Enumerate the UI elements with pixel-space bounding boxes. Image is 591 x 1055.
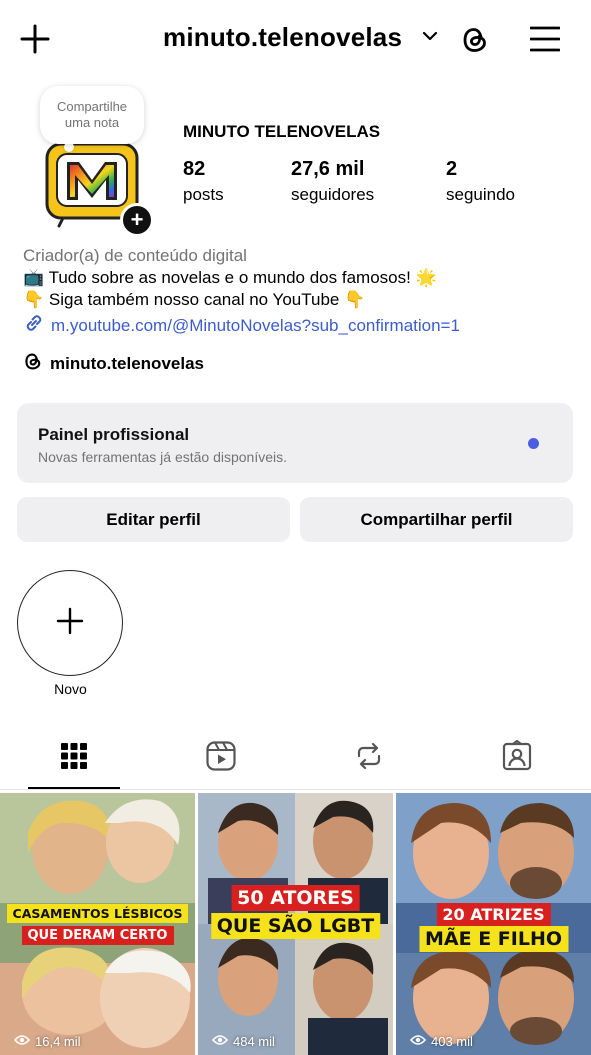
post-caption-line2: MÃE E FILHO [418,926,569,952]
post-views-count: 484 mil [233,1034,275,1049]
post-caption-line1: 50 ATORES [231,885,360,911]
menu-icon[interactable] [528,22,562,56]
link-icon [23,312,45,339]
eye-icon [409,1034,427,1049]
tab-reels[interactable] [147,728,294,788]
tab-tagged[interactable] [443,728,590,788]
post-caption-line1: CASAMENTOS LÉSBICOS [6,904,189,923]
stat-posts-label: posts [183,185,224,204]
chevron-down-icon[interactable] [420,26,440,51]
new-highlight-button[interactable] [17,570,123,676]
new-highlight-label: Novo [54,681,87,697]
eye-icon [211,1034,229,1049]
panel-subtitle: Novas ferramentas já estão disponíveis. [38,449,288,465]
panel-title: Painel profissional [38,425,190,444]
tab-posts-grid[interactable] [0,728,147,788]
note-text-line2: uma nota [64,115,120,130]
post-views: 403 mil [409,1034,473,1049]
post-tile[interactable]: 50 ATORES QUE SÃO LGBT 484 mil [198,793,393,1055]
post-views: 16,4 mil [13,1034,81,1049]
stat-posts-value: 82 [183,158,206,180]
profile-display-name: MINUTO TELENOVELAS [183,122,381,141]
share-note-bubble[interactable]: Compartilhe uma nota [40,86,144,144]
tabs-divider [0,789,591,790]
post-caption-line2: QUE SÃO LGBT [210,913,381,939]
top-bar: minuto.telenovelas [0,0,591,80]
post-views-count: 403 mil [431,1034,473,1049]
stat-following-value: 2 [446,158,458,180]
note-text-line1: Compartilhe [56,99,128,114]
stat-following[interactable]: 2 seguindo [446,158,515,205]
create-plus-icon[interactable] [18,22,52,56]
post-views: 484 mil [211,1034,275,1049]
post-caption-line2: QUE DERAM CERTO [21,926,174,945]
bio-line-1: 📺 Tudo sobre as novelas e o mundo dos fa… [23,268,437,287]
profile-category: Criador(a) de conteúdo digital [23,246,247,265]
threads-profile-link[interactable]: minuto.telenovelas [23,351,204,377]
tagged-icon [501,739,533,777]
reposts-icon [353,740,385,777]
post-caption-line1: 20 ATRIZES [436,903,551,926]
account-username[interactable]: minuto.telenovelas [163,22,402,53]
post-views-count: 16,4 mil [35,1034,81,1049]
tab-reposts[interactable] [295,728,442,788]
grid-icon [60,742,88,775]
threads-icon[interactable] [458,22,492,58]
stat-followers[interactable]: 27,6 mil seguidores [291,158,374,205]
bio-line-2: 👇 Siga também nosso canal no YouTube 👇 [23,290,366,309]
add-story-plus-icon[interactable]: + [120,203,154,237]
notification-dot [528,438,539,449]
threads-small-icon [23,351,43,377]
stat-following-label: seguindo [446,185,516,204]
stat-posts[interactable]: 82 posts [183,158,224,205]
post-tile[interactable]: CASAMENTOS LÉSBICOS QUE DERAM CERTO 16,4… [0,793,195,1055]
post-thumbnail-image [0,793,195,1055]
plus-icon [55,606,85,641]
threads-handle: minuto.telenovelas [50,354,204,373]
bio-link[interactable]: m.youtube.com/@MinutoNovelas?sub_confirm… [23,312,460,339]
reels-icon [205,740,237,777]
professional-dashboard-panel[interactable]: Painel profissional Novas ferramentas já… [17,403,573,483]
edit-profile-button[interactable]: Editar perfil [17,497,290,542]
stat-followers-label: seguidores [291,185,375,204]
post-tile[interactable]: 20 ATRIZES MÃE E FILHO 403 mil [396,793,591,1055]
bio-link-text: m.youtube.com/@MinutoNovelas?sub_confirm… [51,315,460,335]
stat-followers-value: 27,6 mil [291,158,365,180]
eye-icon [13,1034,31,1049]
share-profile-button[interactable]: Compartilhar perfil [300,497,573,542]
